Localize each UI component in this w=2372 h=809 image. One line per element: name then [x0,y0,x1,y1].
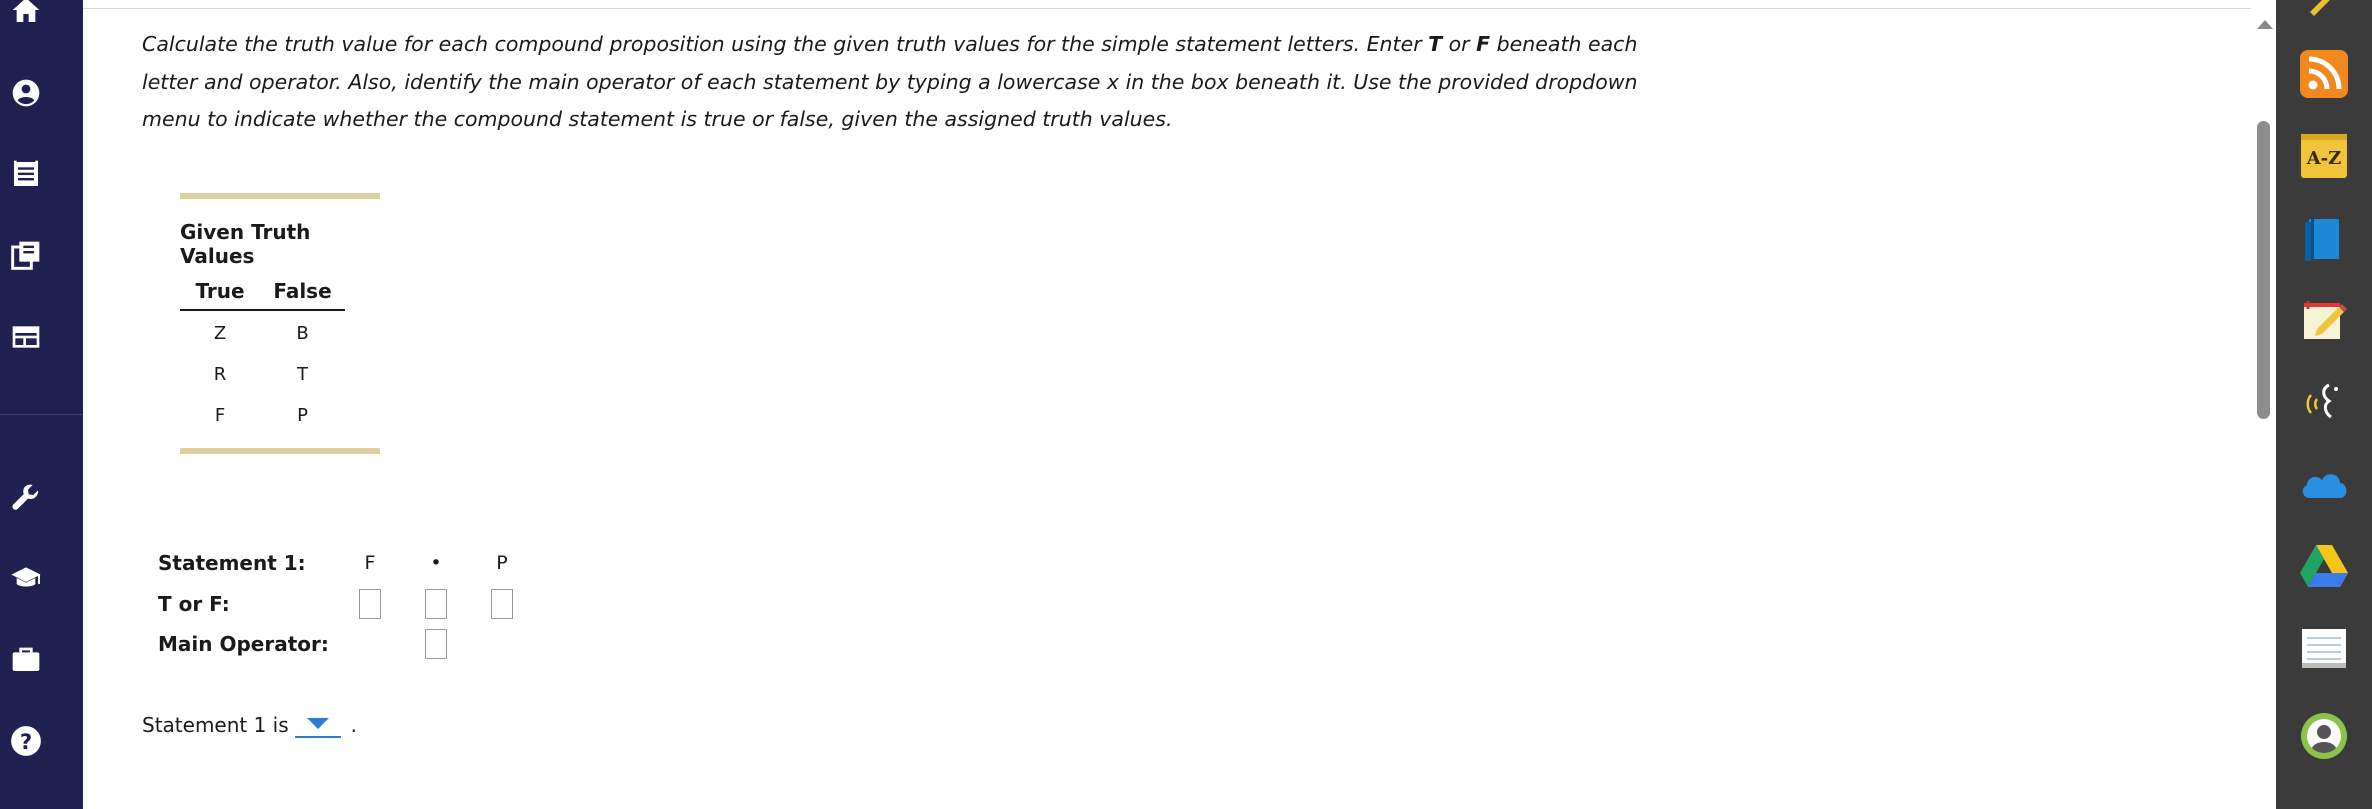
card-icon[interactable] [8,319,44,355]
top-divider [83,8,2276,9]
header-true: True [195,279,245,303]
notebook-icon[interactable] [2298,622,2350,674]
rss-icon[interactable] [2298,48,2350,100]
tf-input-f[interactable] [359,589,381,619]
tools-dock: A-Z [2276,0,2372,809]
drive-icon[interactable] [2298,540,2350,592]
scroll-up-arrow-icon[interactable] [2257,20,2273,29]
statement-symbol: F [364,552,376,574]
user-circle-icon[interactable] [8,75,44,111]
briefcase-icon[interactable] [8,641,44,677]
left-nav-rail: ? [0,0,83,809]
list-icon[interactable] [8,156,44,192]
graduation-cap-icon[interactable] [8,560,44,596]
false-cell: P [297,405,308,426]
statement-result-line: Statement 1 is . [142,712,357,738]
header-false: False [273,279,332,303]
svg-text:?: ? [20,730,32,755]
table-top-bar [180,193,380,199]
false-cell: T [297,364,308,385]
statement-label: Statement 1: [158,551,306,575]
help-icon[interactable]: ? [8,723,44,759]
table-bottom-bar [180,448,380,454]
truth-table-row: R T [180,354,345,395]
a-z-icon[interactable]: A-Z [2298,130,2350,182]
result-dropdown[interactable] [294,712,341,738]
truth-table-title: Given Truth Values [180,220,311,268]
tf-input-p[interactable] [491,589,513,619]
tf-label: T or F: [158,592,230,616]
avatar-icon[interactable] [2298,710,2350,762]
main-operator-input[interactable] [425,629,447,659]
instructions-text: Calculate the truth value for each compo… [142,32,1638,131]
cloud-icon[interactable] [2298,458,2350,510]
home-icon[interactable] [8,0,44,28]
nav-divider [0,414,83,415]
result-suffix: . [350,713,358,737]
statement-symbol: P [496,552,508,574]
svg-text:A-Z: A-Z [2306,148,2342,169]
main-operator-label: Main Operator: [158,632,329,656]
truth-table-row: F P [180,395,345,436]
pencil-icon[interactable] [2298,0,2350,24]
scroll-thumb[interactable] [2257,121,2270,419]
given-truth-values-table: Given Truth Values True False Z B R T F … [180,193,380,454]
truth-table-header: True False [180,279,345,311]
false-cell: B [296,323,309,344]
chevron-down-icon [306,718,329,729]
result-prefix: Statement 1 is [142,713,289,737]
truth-table-row: Z B [180,313,345,354]
wrench-icon[interactable] [8,479,44,515]
book-icon[interactable] [2298,212,2350,264]
speech-icon[interactable] [2298,376,2350,428]
books-icon[interactable] [8,237,44,273]
true-cell: R [213,364,227,385]
assignment-content: Calculate the truth value for each compo… [83,0,2276,809]
notepad-pencil-icon[interactable] [2298,294,2350,346]
true-cell: Z [213,323,227,344]
true-cell: F [214,405,226,426]
tf-input-operator[interactable] [425,589,447,619]
statement-operator: • [430,552,442,574]
vertical-scrollbar[interactable] [2251,0,2276,809]
